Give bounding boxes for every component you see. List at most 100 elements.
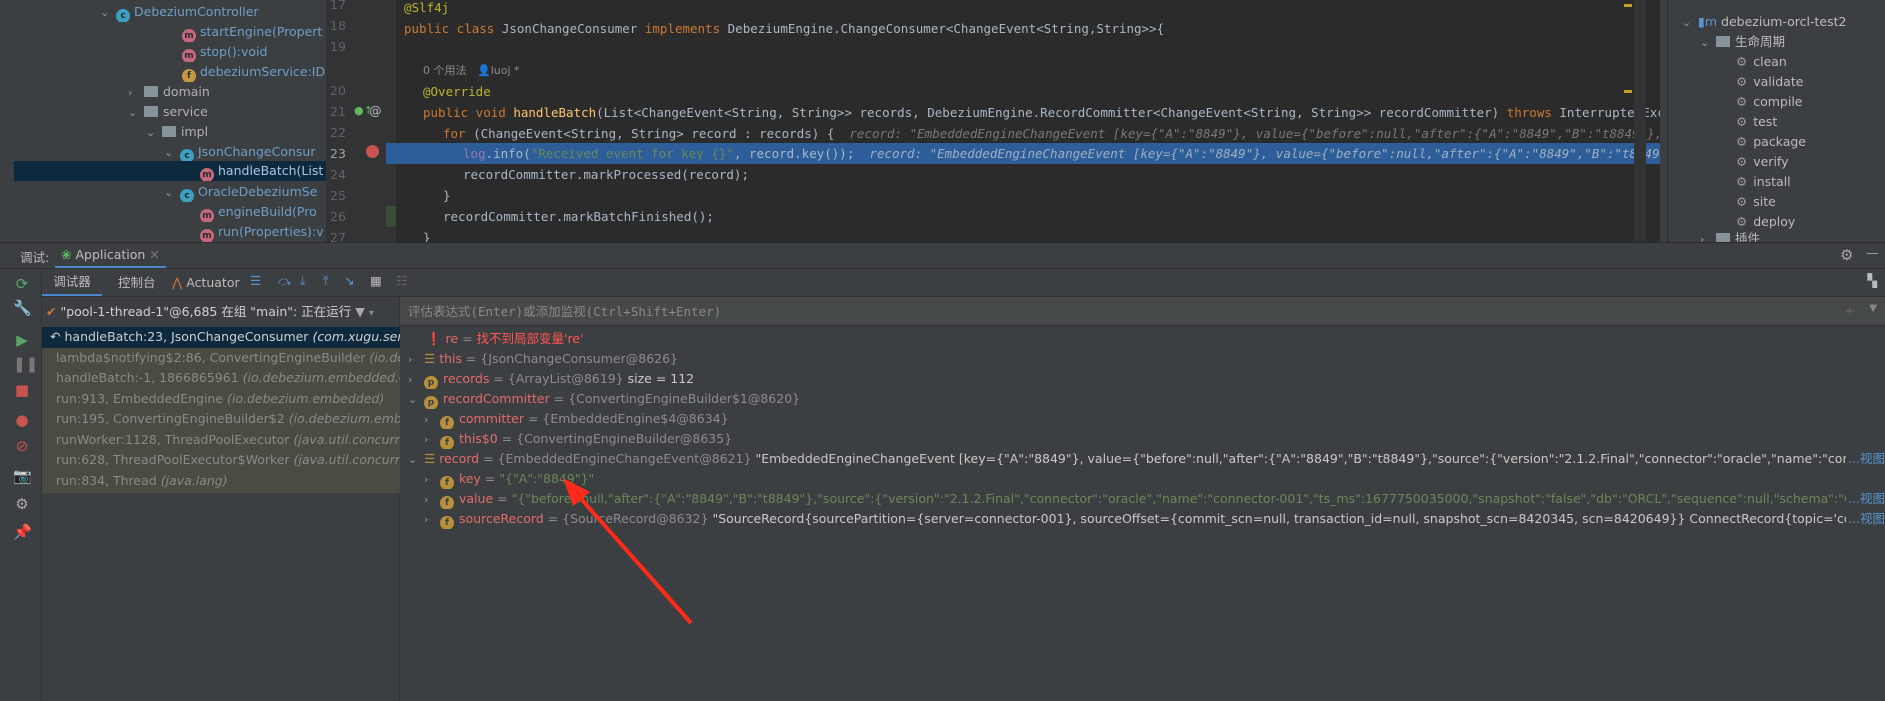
maven-goal-compile[interactable]: ⚙ compile: [1736, 92, 1803, 112]
chevron-down-icon[interactable]: ⌄: [100, 3, 116, 22]
maven-goal-install[interactable]: ⚙ install: [1736, 172, 1791, 192]
variable-row[interactable]: › f committer = {EmbeddedEngine$4@8634}: [400, 409, 1885, 429]
thread-selector[interactable]: ✔ "pool-1-thread-1"@6,685 在组 "main": 正在运…: [42, 297, 400, 327]
rerun-icon[interactable]: ⟳: [13, 275, 31, 293]
evaluate-expression-input[interactable]: 评估表达式(Enter)或添加监视(Ctrl+Shift+Enter): [400, 297, 1885, 326]
stop-icon[interactable]: ■: [13, 381, 31, 399]
frame-item[interactable]: runWorker:1128, ThreadPoolExecutor (java…: [42, 429, 400, 450]
tree-node[interactable]: › domain: [128, 82, 210, 102]
chevron-down-icon[interactable]: ⌄: [128, 103, 144, 122]
frame-item[interactable]: run:913, EmbeddedEngine (io.debezium.emb…: [42, 388, 400, 409]
view-more-link[interactable]: ...视图: [1846, 489, 1885, 509]
step-over-icon[interactable]: ⤼: [278, 273, 291, 289]
editor-scrollbar[interactable]: [1634, 0, 1646, 242]
chevron-right-icon[interactable]: ›: [424, 430, 440, 449]
tree-node[interactable]: f debeziumService:ID: [182, 62, 325, 82]
maven-goal-verify[interactable]: ⚙ verify: [1736, 152, 1789, 172]
step-out-icon[interactable]: ⤒: [323, 273, 329, 289]
editor-gutter[interactable]: 17 18 19 20 21 22 23 24 25 26 27 ●↑ @: [326, 0, 396, 245]
breakpoint-icon[interactable]: [366, 145, 379, 158]
usages-link[interactable]: 0 个用法: [423, 64, 467, 77]
chevron-right-icon[interactable]: ›: [1700, 233, 1716, 242]
variable-row[interactable]: ❗ re = 找不到局部变量're': [400, 329, 1885, 349]
run-to-cursor-icon[interactable]: ↘: [344, 273, 354, 288]
frame-item[interactable]: handleBatch:-1, 1866865961 (io.debezium.…: [42, 368, 400, 389]
tree-node[interactable]: m startEngine(Propert: [182, 22, 322, 42]
variable-row[interactable]: › f sourceRecord = {SourceRecord@8632} "So…: [400, 509, 1885, 529]
add-watch-icon[interactable]: +: [1845, 303, 1855, 318]
chevron-down-icon[interactable]: ⌄: [164, 143, 180, 162]
maven-plugins-node[interactable]: › 插件: [1700, 232, 1760, 242]
tab-console[interactable]: 控制台: [112, 269, 162, 296]
trace-icon[interactable]: ☷: [396, 273, 407, 288]
wrench-icon[interactable]: 🔧: [13, 299, 32, 317]
chevron-right-icon[interactable]: ›: [424, 490, 440, 509]
chevron-right-icon[interactable]: ›: [424, 410, 440, 429]
maven-goal-deploy[interactable]: ⚙ deploy: [1736, 212, 1795, 232]
pin-icon[interactable]: 📌: [13, 523, 32, 541]
tree-node[interactable]: ⌄ service: [128, 102, 208, 122]
chevron-right-icon[interactable]: ›: [424, 470, 440, 489]
code-editor[interactable]: @Slf4j public class JsonChangeConsumer i…: [396, 0, 1660, 242]
step-into-icon[interactable]: ⤓: [300, 273, 306, 289]
maven-project-node[interactable]: ⌄ ▮m debezium-orcl-test2: [1682, 12, 1846, 32]
maven-goal-package[interactable]: ⚙ package: [1736, 132, 1806, 152]
chevron-right-icon[interactable]: ›: [408, 350, 424, 369]
layout-icon[interactable]: ▚: [1867, 273, 1877, 288]
view-more-link[interactable]: ...视图: [1846, 449, 1885, 469]
dropdown-icon[interactable]: ▾: [369, 308, 374, 319]
chevron-right-icon[interactable]: ›: [408, 370, 424, 389]
dropdown-icon[interactable]: ▼: [1869, 303, 1877, 314]
frame-item-selected[interactable]: ↶ handleBatch:23, JsonChangeConsumer (com…: [42, 327, 400, 348]
maven-goal-site[interactable]: ⚙ site: [1736, 192, 1776, 212]
evaluate-expression-icon[interactable]: ▦: [370, 273, 382, 288]
chevron-down-icon[interactable]: ⌄: [408, 390, 424, 409]
frame-item[interactable]: lambda$notifying$2:86, ConvertingEngineB…: [42, 347, 400, 368]
settings-gear-icon[interactable]: ⚙: [1840, 246, 1853, 264]
variable-row[interactable]: ⌄ ☰ record = {EmbeddedEngineChangeEvent@8…: [400, 449, 1885, 469]
mute-breakpoints-icon[interactable]: ⊘: [13, 437, 31, 455]
pause-icon[interactable]: ❚❚: [13, 355, 38, 373]
code-lens[interactable]: 0 个用法 👤luoj *: [396, 60, 1660, 81]
frame-item[interactable]: run:628, ThreadPoolExecutor$Worker (java…: [42, 450, 400, 471]
close-icon[interactable]: ✕: [149, 247, 159, 262]
chevron-down-icon[interactable]: ⌄: [1682, 13, 1698, 33]
tree-node-selected[interactable]: m handleBatch(List: [14, 161, 326, 181]
variable-row[interactable]: › f key = "{"A":"8849"}": [400, 469, 1885, 489]
tree-node[interactable]: m run(Properties):v: [200, 222, 324, 242]
maven-goal-test[interactable]: ⚙ test: [1736, 112, 1777, 132]
tab-actuator[interactable]: ⋀ Actuator: [172, 269, 240, 296]
tab-application[interactable]: ❀ Application ✕: [55, 243, 166, 268]
filter-icon[interactable]: ▼: [355, 304, 365, 319]
settings-icon[interactable]: ⚙: [13, 495, 31, 513]
variable-row[interactable]: ⌄ p recordCommitter = {ConvertingEngineBui…: [400, 389, 1885, 409]
variable-row[interactable]: › f this$0 = {ConvertingEngineBuilder@8635…: [400, 429, 1885, 449]
tree-node[interactable]: ⌄ c JsonChangeConsur: [164, 142, 316, 162]
maven-goal-clean[interactable]: ⚙ clean: [1736, 52, 1787, 72]
chevron-down-icon[interactable]: ⌄: [1700, 33, 1716, 53]
chevron-down-icon[interactable]: ⌄: [146, 123, 162, 142]
menu-icon[interactable]: ☰: [250, 273, 261, 288]
frame-item[interactable]: run:834, Thread (java.lang): [42, 470, 400, 493]
minimize-icon[interactable]: —: [1866, 245, 1879, 260]
tab-debugger[interactable]: 调试器: [42, 269, 102, 296]
tree-node[interactable]: ⌄ c DebeziumController: [100, 2, 259, 22]
maven-lifecycle-node[interactable]: ⌄ 生命周期: [1700, 32, 1785, 52]
maven-goal-validate[interactable]: ⚙ validate: [1736, 72, 1803, 92]
error-stripe-marker[interactable]: [1624, 4, 1632, 7]
variable-row[interactable]: › ☰ this = {JsonChangeConsumer@8626}: [400, 349, 1885, 369]
chevron-down-icon[interactable]: ⌄: [164, 183, 180, 202]
camera-icon[interactable]: 📷: [13, 467, 32, 485]
chevron-right-icon[interactable]: ›: [128, 83, 144, 102]
frame-item[interactable]: run:195, ConvertingEngineBuilder$2 (io.d…: [42, 409, 400, 430]
tree-node[interactable]: m stop():void: [182, 42, 267, 62]
chevron-down-icon[interactable]: ⌄: [408, 450, 424, 469]
variable-row[interactable]: › f value = "{"before":null,"after":{"A":"…: [400, 489, 1885, 509]
resume-icon[interactable]: ▶: [13, 331, 31, 349]
tree-node[interactable]: ⌄ c OracleDebeziumSe: [164, 182, 317, 202]
view-breakpoints-icon[interactable]: ●: [13, 411, 31, 429]
annotation-marker-icon[interactable]: @: [369, 103, 382, 118]
chevron-right-icon[interactable]: ›: [424, 510, 440, 529]
view-more-link[interactable]: ...视图: [1846, 509, 1885, 529]
tree-node[interactable]: ⌄ impl: [146, 122, 208, 142]
